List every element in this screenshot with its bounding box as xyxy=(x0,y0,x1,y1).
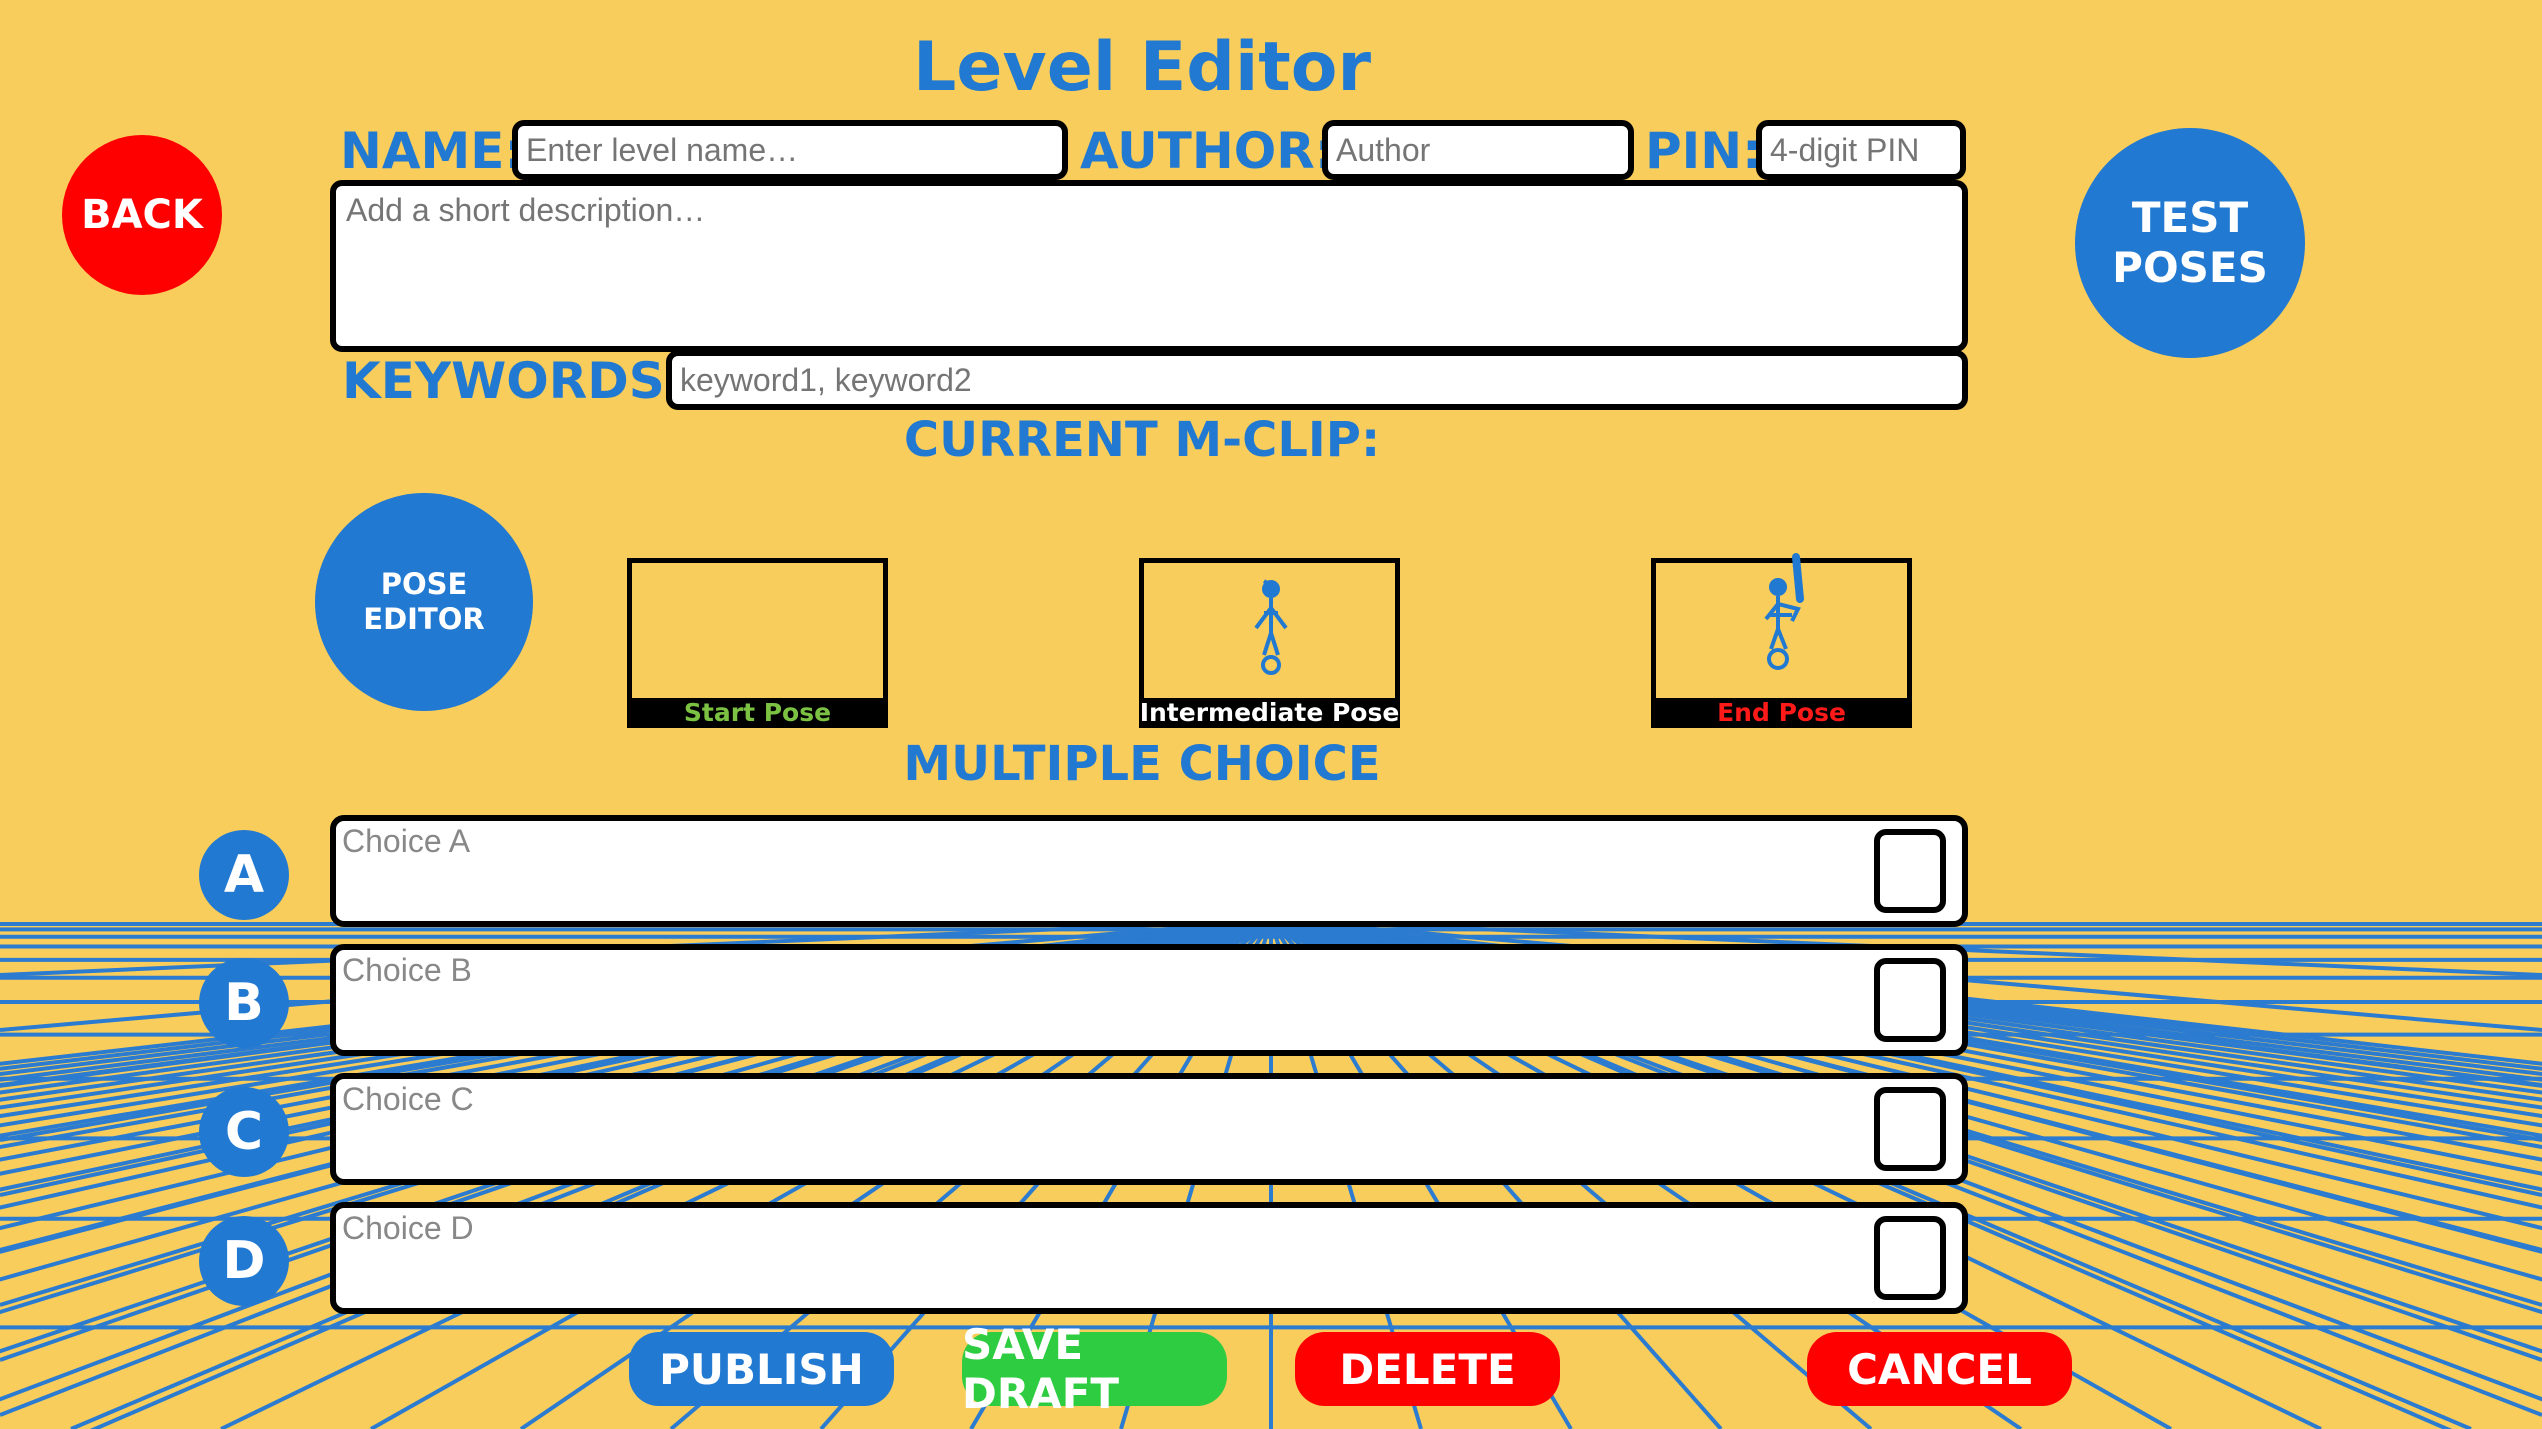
publish-button[interactable]: PUBLISH xyxy=(629,1332,894,1406)
choice-d-badge: D xyxy=(199,1216,289,1306)
page-title: Level Editor xyxy=(912,28,1372,107)
choice-a-badge: A xyxy=(199,830,289,920)
cancel-button[interactable]: CANCEL xyxy=(1807,1332,2072,1406)
stick-figure-icon xyxy=(1764,553,1804,670)
delete-button[interactable]: DELETE xyxy=(1295,1332,1560,1406)
choice-c-checkbox[interactable] xyxy=(1874,1087,1946,1171)
description-textarea[interactable] xyxy=(330,180,1968,352)
choice-d-checkbox[interactable] xyxy=(1874,1216,1946,1300)
choice-b-input[interactable]: Choice B xyxy=(330,944,1968,1056)
choice-c-badge: C xyxy=(199,1087,289,1177)
choice-b-checkbox[interactable] xyxy=(1874,958,1946,1042)
pose-editor-label-line2: EDITOR xyxy=(363,602,485,636)
author-input[interactable] xyxy=(1322,120,1634,180)
pin-input[interactable] xyxy=(1756,120,1966,180)
choice-b-badge: B xyxy=(199,958,289,1048)
name-label: NAME: xyxy=(340,122,525,180)
choice-d-placeholder: Choice D xyxy=(342,1210,474,1246)
intermediate-pose-box[interactable]: Intermediate Pose xyxy=(1139,558,1400,728)
pose-editor-button[interactable]: POSE EDITOR xyxy=(315,493,533,711)
choice-c-placeholder: Choice C xyxy=(342,1081,474,1117)
choice-c-input[interactable]: Choice C xyxy=(330,1073,1968,1185)
back-button-label: BACK xyxy=(81,192,203,238)
test-poses-label-line2: POSES xyxy=(2112,243,2268,292)
save-draft-button[interactable]: SAVE DRAFT xyxy=(962,1320,1227,1418)
author-label: AUTHOR: xyxy=(1080,122,1335,180)
choice-d-input[interactable]: Choice D xyxy=(330,1202,1968,1314)
start-pose-caption: Start Pose xyxy=(627,698,888,728)
stick-figure-icon xyxy=(1254,579,1288,675)
pin-label: PIN: xyxy=(1645,122,1763,180)
choice-a-placeholder: Choice A xyxy=(342,823,471,859)
mclip-heading: CURRENT M-CLIP: xyxy=(903,412,1381,468)
keywords-input[interactable] xyxy=(666,350,1968,410)
end-pose-caption: End Pose xyxy=(1651,698,1912,728)
choice-b-placeholder: Choice B xyxy=(342,952,472,988)
test-poses-button[interactable]: TEST POSES xyxy=(2075,128,2305,358)
keywords-label: KEYWORDS: xyxy=(342,352,685,410)
end-pose-box[interactable]: End Pose xyxy=(1651,553,1912,728)
pose-editor-label-line1: POSE xyxy=(380,567,468,602)
choice-a-checkbox[interactable] xyxy=(1874,829,1946,913)
test-poses-label-line1: TEST xyxy=(2131,192,2249,242)
choice-a-input[interactable]: Choice A xyxy=(330,815,1968,927)
back-button[interactable]: BACK xyxy=(62,135,222,295)
intermediate-pose-caption: Intermediate Pose xyxy=(1139,698,1400,728)
start-pose-box[interactable]: Start Pose xyxy=(627,558,888,728)
level-name-input[interactable] xyxy=(512,120,1068,180)
multiple-choice-heading: MULTIPLE CHOICE xyxy=(903,736,1381,792)
